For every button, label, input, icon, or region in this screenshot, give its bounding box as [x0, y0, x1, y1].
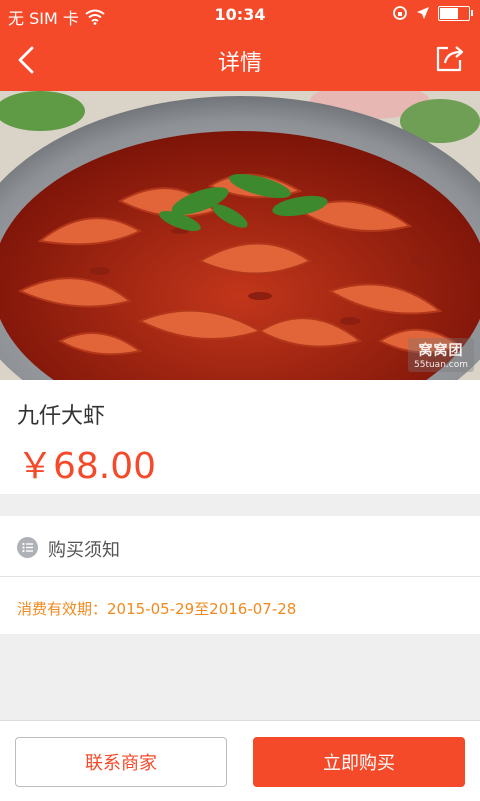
location-arrow-icon [416, 6, 430, 20]
product-info: 九仟大虾 ￥68.00 [0, 380, 480, 494]
share-button[interactable] [432, 40, 468, 76]
notice-title: 购买须知 [48, 536, 120, 562]
product-price: ￥68.00 [17, 437, 156, 489]
notice-header[interactable]: 购买须知 [0, 516, 480, 577]
battery-icon [438, 6, 470, 21]
list-icon [17, 537, 38, 558]
status-bar: 无 SIM 卡 10:34 [0, 0, 480, 30]
product-photo: 窝窝团 55tuan.com [0, 91, 480, 380]
page-title: 详情 [0, 45, 480, 77]
validity-period: 消费有效期：2015-05-29至2016-07-28 [17, 598, 296, 619]
product-name: 九仟大虾 [17, 398, 105, 430]
rotation-lock-icon [392, 5, 408, 21]
boiled-crayfish-photo [0, 91, 480, 380]
bottom-action-bar: 联系商家 立即购买 [0, 720, 480, 801]
contact-merchant-button[interactable]: 联系商家 [15, 737, 227, 787]
nav-bar: 详情 [0, 30, 480, 91]
app-header: 无 SIM 卡 10:34 [0, 0, 480, 91]
purchase-notice: 购买须知 消费有效期：2015-05-29至2016-07-28 [0, 516, 480, 634]
watermark: 窝窝团 55tuan.com [408, 338, 474, 372]
buy-now-button[interactable]: 立即购买 [253, 737, 465, 787]
share-icon [432, 40, 468, 76]
